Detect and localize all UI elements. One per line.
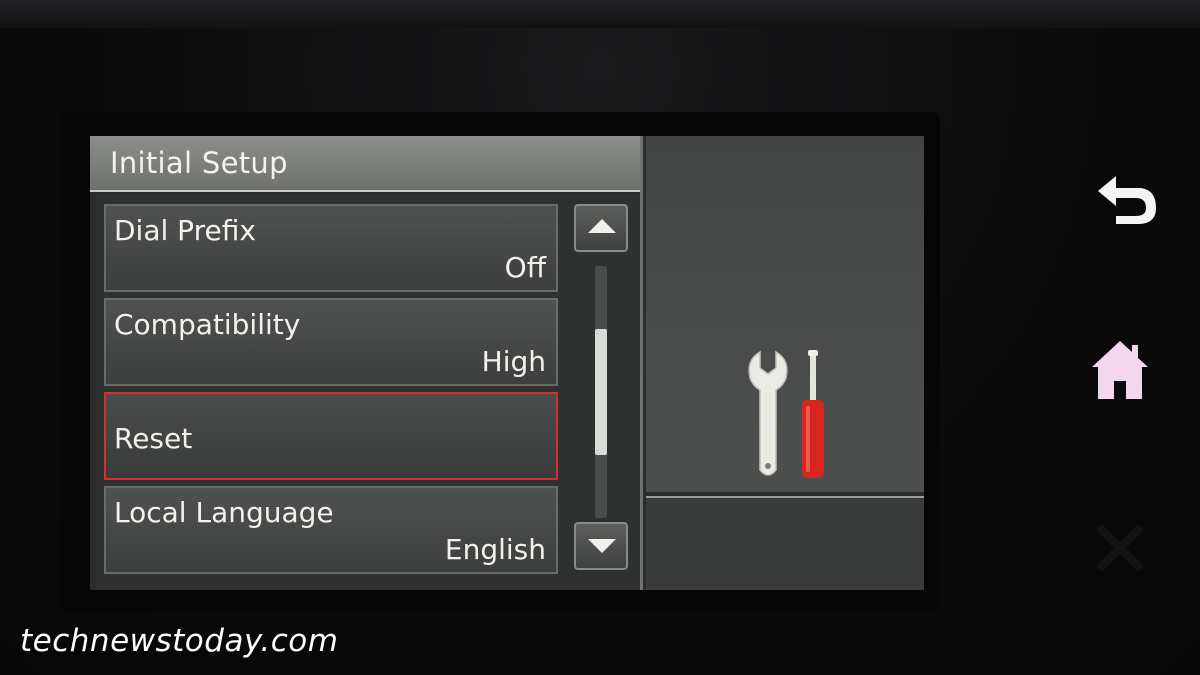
menu-item-value: English [444, 533, 546, 566]
menu-item-label: Compatibility [114, 308, 301, 341]
home-button[interactable] [1080, 335, 1160, 405]
page-title: Initial Setup [110, 146, 288, 180]
menu-item-reset[interactable]: Reset [104, 392, 558, 480]
scroll-up-button[interactable] [574, 204, 628, 252]
menu-item-dial-prefix[interactable]: Dial Prefix Off [104, 204, 558, 292]
scroll-thumb[interactable] [595, 329, 607, 455]
menu-item-compatibility[interactable]: Compatibility High [104, 298, 558, 386]
title-bar: Initial Setup [90, 136, 640, 192]
menu-item-value: High [481, 345, 546, 378]
wrench-screwdriver-icon [748, 350, 824, 478]
chevron-up-icon [588, 219, 616, 233]
cancel-button[interactable] [1080, 512, 1160, 582]
menu-item-label: Local Language [114, 496, 334, 529]
printer-panel: Initial Setup Dial Prefix Off Compatibil… [0, 0, 1200, 675]
status-area [646, 496, 924, 590]
lcd-screen: Initial Setup Dial Prefix Off Compatibil… [90, 136, 924, 590]
settings-list: Dial Prefix Off Compatibility High Reset… [96, 194, 640, 590]
chevron-down-icon [588, 539, 616, 553]
menu-item-label: Reset [114, 422, 193, 455]
scroll-down-button[interactable] [574, 522, 628, 570]
menu-item-label: Dial Prefix [114, 214, 256, 247]
panel-divider [640, 136, 643, 590]
settings-icon-panel [646, 136, 924, 492]
back-button[interactable] [1086, 160, 1166, 230]
close-icon [1096, 524, 1144, 572]
menu-item-local-language[interactable]: Local Language English [104, 486, 558, 574]
back-arrow-icon [1098, 176, 1156, 224]
scrollbar [570, 204, 630, 580]
watermark: technewstoday.com [20, 623, 339, 659]
menu-item-value: Off [504, 251, 546, 284]
home-icon [1092, 341, 1148, 399]
device-top-edge [0, 0, 1200, 28]
scroll-track[interactable] [595, 266, 607, 518]
